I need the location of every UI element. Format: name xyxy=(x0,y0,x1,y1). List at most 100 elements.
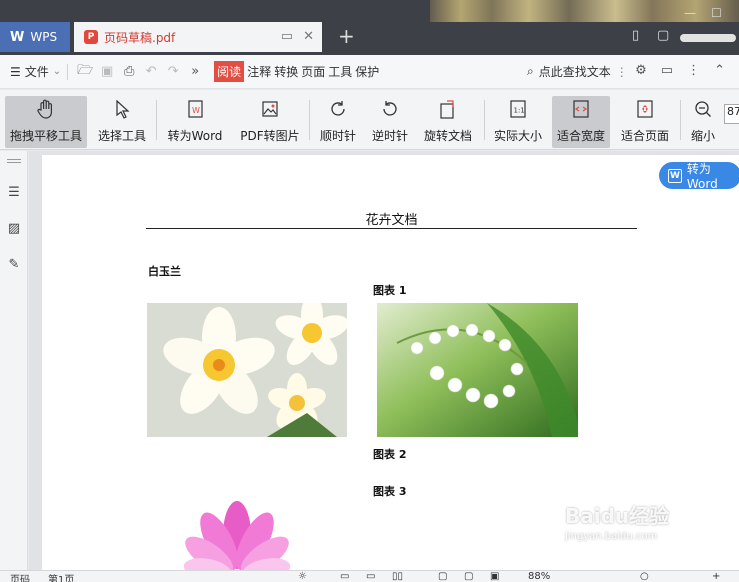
title-underline xyxy=(146,228,637,229)
tool-zoom-out-label: 缩小 xyxy=(690,129,715,143)
new-tab-button[interactable]: + xyxy=(338,26,355,46)
tool-to-image[interactable]: PDF转图片 xyxy=(236,96,304,148)
tool-select[interactable]: 选择工具 xyxy=(94,96,150,148)
tool-fit-page-label: 适合页面 xyxy=(620,129,669,143)
separator xyxy=(156,100,157,140)
zoom-level[interactable]: 88% xyxy=(528,571,550,582)
tool-rotate-cw[interactable]: 顺时针 xyxy=(315,96,361,148)
skin-icon[interactable]: ▢ xyxy=(657,28,669,43)
wps-logo-icon: W xyxy=(10,29,25,45)
pin-window-icon[interactable]: ▭ xyxy=(281,29,293,44)
document-tab[interactable]: P 页码草稿.pdf ▭ ✕ xyxy=(74,22,322,52)
tool-fit-width-label: 适合宽度 xyxy=(556,129,605,143)
file-menu[interactable]: ☰ 文件 ⌄ xyxy=(10,63,61,80)
save-icon[interactable]: ▣ xyxy=(96,64,118,79)
menu-item-convert[interactable]: 转换 xyxy=(274,61,298,82)
window-mode-icon[interactable]: ▯ xyxy=(632,28,639,43)
maximize-icon[interactable]: ☐ xyxy=(711,6,722,20)
image-convert-icon xyxy=(257,96,283,122)
fullscreen-icon[interactable]: ▢ xyxy=(438,571,447,582)
section-label: 白玉兰 xyxy=(148,265,181,278)
more-options-icon[interactable]: ⋮ xyxy=(687,63,700,78)
tool-to-word[interactable]: W 转为Word xyxy=(163,96,227,148)
close-tab-icon[interactable]: ✕ xyxy=(303,29,314,44)
tool-actual-size[interactable]: 1:1 实际大小 xyxy=(490,96,546,148)
menu-bar: ☰ 文件 ⌄ 🗁 ▣ ⎙ ↶ ↷ » 阅读 注释 转换 页面 工具 保护 xyxy=(0,55,739,89)
lily-of-the-valley-image xyxy=(377,303,578,437)
tool-zoom-out[interactable]: 缩小 xyxy=(686,96,720,148)
eye-protect-icon[interactable]: ▢ xyxy=(464,571,473,582)
baidu-jingyan-watermark: Baidu经验 jingyan.baidu.com xyxy=(565,500,705,560)
tool-actual-size-label: 实际大小 xyxy=(493,129,542,143)
reading-mode-icon[interactable]: ▣ xyxy=(490,571,499,582)
tool-hand-label: 拖拽平移工具 xyxy=(9,129,82,143)
left-sidebar: ☰ ▨ ✎ xyxy=(0,151,28,570)
hand-icon xyxy=(33,96,59,122)
collapse-ribbon-icon[interactable]: ⌃ xyxy=(714,63,725,78)
chevron-down-icon: ⌄ xyxy=(52,66,62,77)
more-vert-icon: ⋮ xyxy=(615,64,628,79)
separator xyxy=(680,100,681,140)
word-convert-icon: W xyxy=(182,96,208,122)
tool-select-label: 选择工具 xyxy=(97,129,146,143)
fit-width-icon xyxy=(568,96,594,122)
two-page-view-icon[interactable]: ▯▯ xyxy=(392,571,403,582)
menu-item-page[interactable]: 页面 xyxy=(301,61,325,82)
single-page-view-icon[interactable]: ▭ xyxy=(340,571,349,582)
menu-item-protect[interactable]: 保护 xyxy=(355,61,379,82)
status-bar: 页码 第1页 ☼ ▭ ▭ ▯▯ ▢ ▢ ▣ 88% ○ + xyxy=(0,570,739,582)
undo-icon[interactable]: ↶ xyxy=(140,64,162,79)
zoom-out-icon xyxy=(690,96,716,122)
continuous-view-icon[interactable]: ▭ xyxy=(366,571,375,582)
wps-home-tab[interactable]: W WPS xyxy=(0,22,70,52)
menu-item-annotate[interactable]: 注释 xyxy=(247,61,271,82)
figure-caption: 图表 1 xyxy=(373,284,407,297)
actual-size-icon: 1:1 xyxy=(505,96,531,122)
rotate-cw-icon xyxy=(325,96,351,122)
account-area[interactable] xyxy=(680,34,736,42)
document-title: 花卉文档 xyxy=(365,213,418,228)
page-indicator[interactable]: 第1页 xyxy=(48,571,74,582)
menu-item-read[interactable]: 阅读 xyxy=(214,61,245,82)
sidebar-handle[interactable] xyxy=(7,159,21,160)
menu-item-tools[interactable]: 工具 xyxy=(328,61,352,82)
cursor-icon xyxy=(109,96,135,122)
lotus-image xyxy=(147,500,347,570)
tool-rotate-doc[interactable]: 旋转文档 xyxy=(420,96,476,148)
zoom-slider-handle[interactable]: ○ xyxy=(640,571,649,582)
tool-rotate-ccw[interactable]: 逆时针 xyxy=(367,96,413,148)
tool-rotate-doc-label: 旋转文档 xyxy=(423,129,472,143)
watermark-sub: jingyan.baidu.com xyxy=(565,531,658,542)
search-icon: ⌕ xyxy=(527,64,534,78)
tool-to-word-label: 转为Word xyxy=(167,129,223,143)
minimize-icon[interactable]: — xyxy=(684,6,696,20)
frangipani-image xyxy=(147,303,347,437)
brightness-icon[interactable]: ☼ xyxy=(298,571,307,582)
open-folder-icon[interactable]: 🗁 xyxy=(74,61,96,83)
zoom-in-icon[interactable]: + xyxy=(712,571,720,582)
thumbnail-icon[interactable]: ▨ xyxy=(6,221,22,237)
convert-to-word-button[interactable]: W 转为Word xyxy=(659,162,739,191)
tool-fit-width[interactable]: 适合宽度 xyxy=(552,96,610,148)
fit-page-icon xyxy=(632,96,658,122)
zoom-input[interactable]: 87 xyxy=(724,104,739,124)
feedback-icon[interactable]: ▭ xyxy=(661,63,673,78)
menubar-right-icons: ⚙ ▭ ⋮ ⌃ xyxy=(635,63,725,78)
tool-fit-page[interactable]: 适合页面 xyxy=(617,96,673,148)
tool-rotate-cw-label: 顺时针 xyxy=(319,129,356,143)
redo-icon[interactable]: ↷ xyxy=(162,64,184,79)
find-text-button[interactable]: ⌕ 点此查找文本 ⋮ xyxy=(527,63,628,80)
annotation-list-icon[interactable]: ✎ xyxy=(6,257,22,273)
settings-gear-icon[interactable]: ⚙ xyxy=(635,63,647,78)
more-chevron-icon[interactable]: » xyxy=(184,64,206,79)
outline-icon[interactable]: ☰ xyxy=(6,185,22,201)
rotate-ccw-icon xyxy=(377,96,403,122)
figure-caption: 图表 3 xyxy=(373,485,407,498)
tool-hand[interactable]: 拖拽平移工具 xyxy=(5,96,87,148)
watermark-main: Baidu经验 xyxy=(565,504,670,528)
svg-text:1:1: 1:1 xyxy=(514,107,525,115)
pdf-file-icon: P xyxy=(84,30,98,44)
ribbon-toolbar: 拖拽平移工具 选择工具 W 转为Word PDF转图片 顺时针 逆时针 旋转文档… xyxy=(0,90,739,150)
separator xyxy=(67,63,69,80)
print-icon[interactable]: ⎙ xyxy=(118,64,140,79)
